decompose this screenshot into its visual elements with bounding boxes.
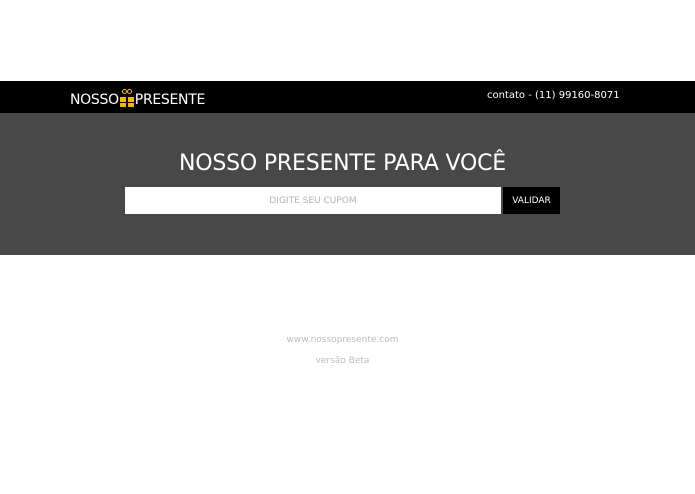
footer-version: versão Beta bbox=[315, 356, 370, 366]
hero-title: NOSSO PRESENTE PARA VOCÊ bbox=[179, 151, 506, 176]
top-bar: NOSSO PRESENTE contato - (11) 99160-8071 bbox=[0, 81, 695, 113]
page: NOSSO PRESENTE contato - (11) 99160-8071… bbox=[0, 0, 695, 494]
logo-text-left: NOSSO bbox=[70, 92, 119, 108]
coupon-input[interactable] bbox=[125, 187, 501, 214]
contact-info: contato - (11) 99160-8071 bbox=[487, 90, 620, 101]
logo[interactable]: NOSSO PRESENTE bbox=[70, 81, 205, 113]
hero-section: NOSSO PRESENTE PARA VOCÊ VALIDAR bbox=[0, 113, 695, 255]
footer-website: www.nossopresente.com bbox=[286, 335, 399, 345]
validate-button[interactable]: VALIDAR bbox=[503, 187, 560, 214]
logo-text-right: PRESENTE bbox=[134, 92, 206, 108]
gift-icon bbox=[119, 89, 134, 107]
